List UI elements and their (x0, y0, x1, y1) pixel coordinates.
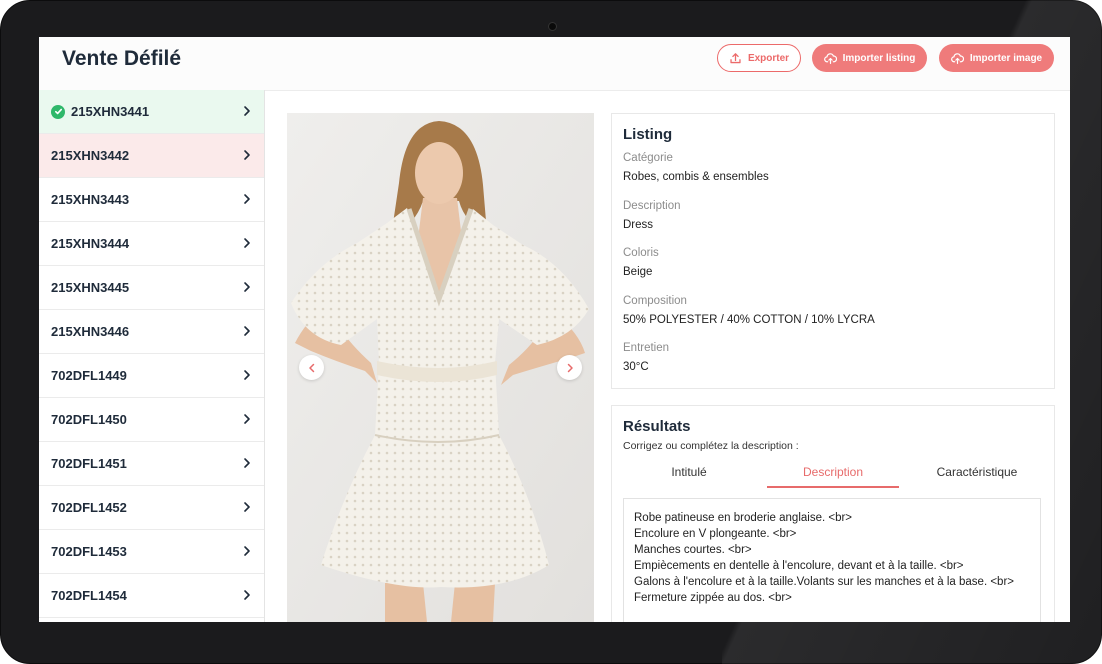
sidebar-item[interactable]: 702DFL1449 (39, 354, 264, 398)
export-label: Exporter (747, 52, 790, 64)
carousel-prev-button[interactable] (299, 355, 324, 380)
field-label-description: Description (623, 200, 681, 212)
app-screen: Vente Défilé Exporter Importer listing I… (39, 37, 1070, 622)
sidebar-item-label: 702DFL1454 (51, 588, 127, 603)
app-title: Vente Défilé (62, 47, 182, 70)
sidebar-item-label: 702DFL1449 (51, 368, 127, 383)
sidebar-item[interactable]: 215XHN3441 (39, 90, 264, 134)
chevron-right-icon (244, 282, 250, 292)
product-sidebar: 215XHN3441 215XHN3442 215XHN3443 215XHN3… (39, 90, 265, 622)
cloud-upload-icon (823, 52, 837, 64)
results-tabs: Intitulé Description Caractéristique (623, 458, 1043, 488)
sidebar-item-label: 215XHN3444 (51, 236, 130, 251)
listing-title: Listing (623, 126, 673, 143)
field-value-description: Dress (623, 219, 654, 231)
sidebar-item[interactable]: 215XHN3442 (39, 134, 264, 178)
description-line: Robe patineuse en broderie anglaise. <br… (634, 512, 853, 524)
sidebar-item-label: 215XHN3446 (51, 324, 130, 339)
cloud-upload-icon (950, 52, 964, 64)
chevron-right-icon (244, 546, 250, 556)
chevron-right-icon (244, 194, 250, 204)
sidebar-item-label: 215XHN3442 (51, 148, 130, 163)
sidebar-item[interactable]: 215XHN3445 (39, 266, 264, 310)
sidebar-item-label: 215XHN3443 (51, 192, 130, 207)
chevron-right-icon (244, 326, 250, 336)
tab-title[interactable]: Intitulé (623, 458, 755, 486)
field-value-composition: 50% POLYESTER / 40% COTTON / 10% LYCRA (623, 314, 875, 326)
sidebar-item-label: 702DFL1451 (51, 456, 127, 471)
field-value-category: Robes, combis & ensembles (623, 171, 769, 183)
results-card: Résultats Corrigez ou complétez la descr… (611, 405, 1055, 622)
product-photo (287, 113, 594, 622)
description-line: Empiècements en dentelle à l'encolure, d… (634, 560, 964, 572)
chevron-right-icon (567, 363, 573, 372)
product-photo-carousel (287, 113, 594, 622)
sidebar-item[interactable]: 702DFL1453 (39, 530, 264, 574)
chevron-left-icon (308, 363, 314, 372)
description-line: Encolure en V plongeante. <br> (634, 528, 797, 540)
sidebar-item-label: 702DFL1453 (51, 544, 127, 559)
upload-icon (730, 52, 741, 63)
sidebar-item[interactable]: 702DFL1452 (39, 486, 264, 530)
sidebar-item-label: 215XHN3441 (71, 104, 150, 119)
sidebar-item[interactable]: 215XHN3443 (39, 178, 264, 222)
sidebar-item[interactable]: 215XHN3444 (39, 222, 264, 266)
sidebar-item[interactable]: 702DFL1454 (39, 574, 264, 618)
description-editor[interactable]: Robe patineuse en broderie anglaise. <br… (623, 498, 1041, 622)
sidebar-item-label: 702DFL1450 (51, 412, 127, 427)
sidebar-item-label: 702DFL1452 (51, 500, 127, 515)
field-label-composition: Composition (623, 295, 687, 307)
description-line: Manches courtes. <br> (634, 544, 752, 556)
sidebar-item[interactable]: 702DFL1451 (39, 442, 264, 486)
import-image-label: Importer image (969, 52, 1043, 64)
chevron-right-icon (244, 370, 250, 380)
check-circle-icon (51, 104, 65, 119)
import-listing-button[interactable]: Importer listing (812, 44, 927, 72)
top-bar: Vente Défilé Exporter Importer listing I… (39, 37, 1070, 91)
results-title: Résultats (623, 418, 691, 435)
tab-description[interactable]: Description (767, 458, 899, 488)
chevron-right-icon (244, 238, 250, 248)
field-value-care: 30°C (623, 361, 649, 373)
chevron-right-icon (244, 458, 250, 468)
webcam (548, 22, 557, 31)
carousel-next-button[interactable] (557, 355, 582, 380)
export-button[interactable]: Exporter (717, 44, 801, 72)
field-label-category: Catégorie (623, 152, 673, 164)
laptop-frame: Vente Défilé Exporter Importer listing I… (0, 0, 1102, 664)
tab-characteristics[interactable]: Caractéristique (911, 458, 1043, 486)
field-label-color: Coloris (623, 247, 659, 259)
field-label-care: Entretien (623, 342, 670, 354)
import-image-button[interactable]: Importer image (939, 44, 1054, 72)
chevron-right-icon (244, 414, 250, 424)
description-line: Galons à l'encolure et à la taille.Volan… (634, 576, 1014, 588)
sidebar-item[interactable]: 215XHN3446 (39, 310, 264, 354)
sidebar-item[interactable]: 702DFL1450 (39, 398, 264, 442)
listing-card: Listing Catégorie Robes, combis & ensemb… (611, 113, 1055, 389)
description-line: Fermeture zippée au dos. <br> (634, 592, 792, 604)
results-hint: Corrigez ou complétez la description : (623, 440, 799, 452)
chevron-right-icon (244, 502, 250, 512)
chevron-right-icon (244, 590, 250, 600)
import-listing-label: Importer listing (842, 52, 916, 64)
chevron-right-icon (244, 106, 250, 116)
sidebar-item-label: 215XHN3445 (51, 280, 130, 295)
field-value-color: Beige (623, 266, 653, 278)
chevron-right-icon (244, 150, 250, 160)
